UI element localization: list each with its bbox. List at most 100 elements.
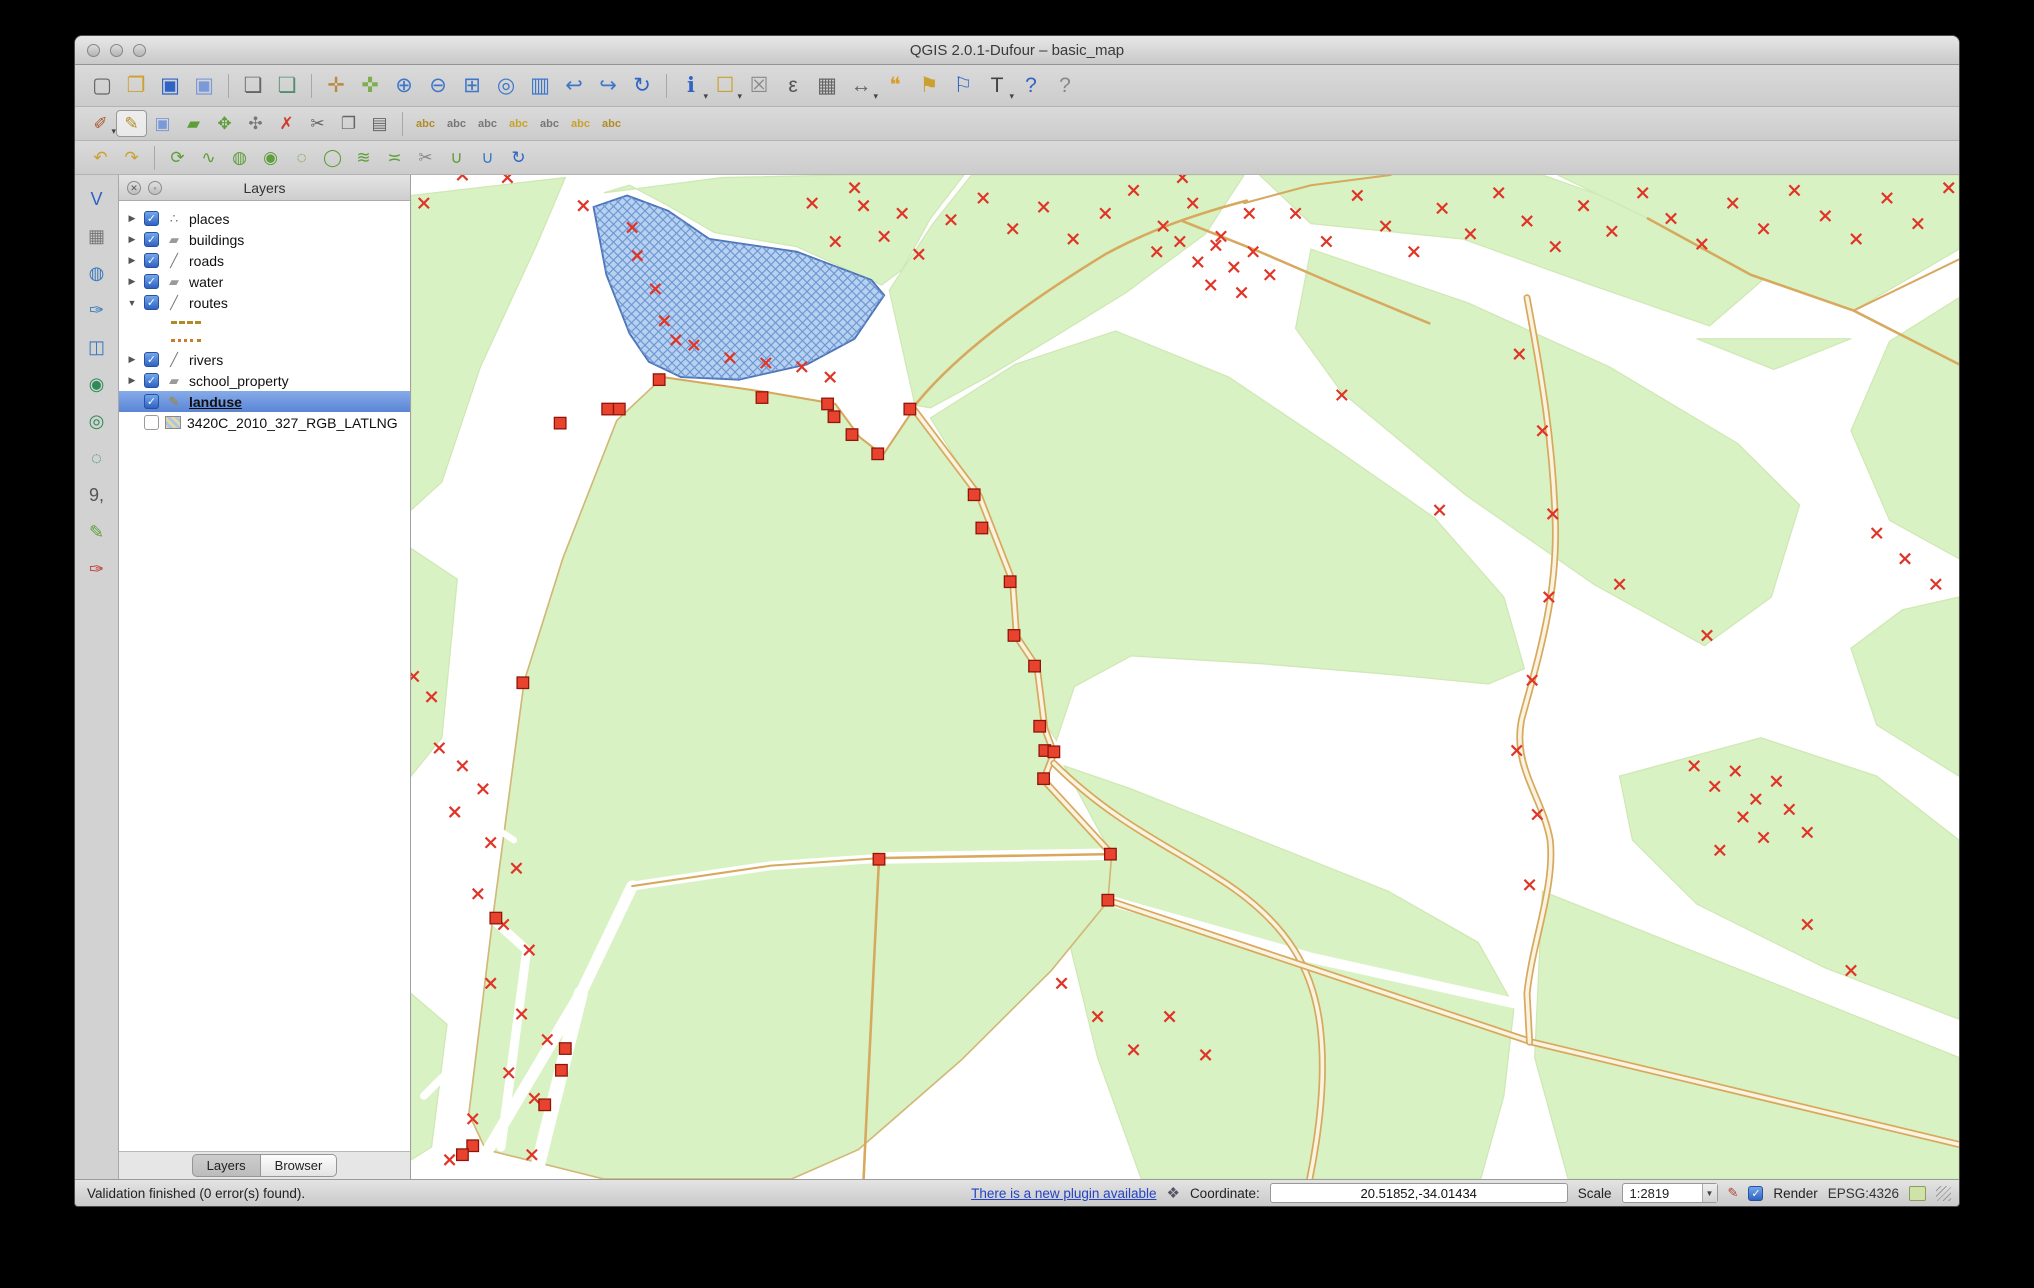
zoom-out-icon[interactable]: ⊖ <box>421 70 455 102</box>
save-project-icon[interactable]: ▣ <box>153 70 187 102</box>
paste-features-icon[interactable]: ▤ <box>364 110 395 137</box>
add-postgis-layer-icon[interactable]: ◍ <box>82 259 112 287</box>
move-feature-icon[interactable]: ✥ <box>209 110 240 137</box>
layer-name[interactable]: rivers <box>189 352 223 368</box>
deselect-features-icon[interactable]: ☒ <box>742 70 776 102</box>
new-print-composer-icon[interactable]: ❏ <box>236 70 270 102</box>
layer-name[interactable]: water <box>189 274 223 290</box>
tab-layers[interactable]: Layers <box>191 1154 261 1177</box>
delete-selected-icon[interactable]: ✗ <box>271 110 302 137</box>
add-vector-layer-icon[interactable]: V <box>82 185 112 213</box>
rotate-feature-icon[interactable]: ⟳ <box>162 144 193 171</box>
pin-unpin-labels-icon[interactable]: abc <box>503 110 534 137</box>
layer-name[interactable]: places <box>189 211 229 227</box>
minimize-button[interactable] <box>110 43 123 57</box>
open-project-icon[interactable]: ❐ <box>119 70 153 102</box>
new-spatialite-layer-icon[interactable]: ✑ <box>82 555 112 583</box>
save-layer-edits-icon[interactable]: ▣ <box>147 110 178 137</box>
layer-visibility-checkbox[interactable]: ✓ <box>144 211 159 226</box>
layer-item-3420C_2010_327_RGB_LATLNG[interactable]: 3420C_2010_327_RGB_LATLNG <box>119 412 410 433</box>
add-delimited-text-layer-icon[interactable]: 9, <box>82 481 112 509</box>
layer-visibility-checkbox[interactable]: ✓ <box>144 274 159 289</box>
copy-features-icon[interactable]: ❐ <box>333 110 364 137</box>
layer-name[interactable]: routes <box>189 295 228 311</box>
plugin-available-link[interactable]: There is a new plugin available <box>971 1186 1156 1201</box>
merge-features-icon[interactable]: ∪ <box>441 144 472 171</box>
zoom-to-layer-icon[interactable]: ▥ <box>523 70 557 102</box>
layer-visibility-checkbox[interactable]: ✓ <box>144 253 159 268</box>
show-bookmarks-icon[interactable]: ⚐ <box>946 70 980 102</box>
move-label-icon[interactable]: abc <box>441 110 472 137</box>
titlebar[interactable]: QGIS 2.0.1-Dufour – basic_map <box>75 36 1959 65</box>
layer-item-school_property[interactable]: ▶ ✓ ▰ school_property <box>119 370 410 391</box>
rotate-label-icon[interactable]: abc <box>472 110 503 137</box>
layer-name[interactable]: roads <box>189 253 224 269</box>
map-canvas[interactable] <box>411 175 1959 1179</box>
new-bookmark-icon[interactable]: ⚑ <box>912 70 946 102</box>
layer-labeling-options-icon[interactable]: abc <box>410 110 441 137</box>
merge-attributes-icon[interactable]: ∪ <box>472 144 503 171</box>
field-calculator-icon[interactable]: ε <box>776 70 810 102</box>
layer-visibility-checkbox[interactable]: ✓ <box>144 232 159 247</box>
composer-manager-icon[interactable]: ❏ <box>270 70 304 102</box>
text-annotation-icon[interactable]: T ▾ <box>980 70 1014 102</box>
zoom-full-icon[interactable]: ⊞ <box>455 70 489 102</box>
layer-item-water[interactable]: ▶ ✓ ▰ water <box>119 271 410 292</box>
help-contents-icon[interactable]: ? <box>1014 70 1048 102</box>
layer-item-routes[interactable]: ▼ ✓ ╱ routes <box>119 292 410 313</box>
offset-curve-icon[interactable]: ≍ <box>379 144 410 171</box>
expand-arrow-icon[interactable]: ▶ <box>126 255 138 266</box>
measure-icon[interactable]: ↔ ▾ <box>844 70 879 102</box>
pan-map-icon[interactable]: ✛ <box>319 70 353 102</box>
expand-arrow-icon[interactable]: ▶ <box>126 354 138 365</box>
zoom-in-icon[interactable]: ⊕ <box>387 70 421 102</box>
new-project-icon[interactable]: ▢ <box>85 70 119 102</box>
save-project-as-icon[interactable]: ▣ <box>187 70 221 102</box>
render-checkbox[interactable]: ✓ <box>1748 1185 1764 1201</box>
legend-symbol-row[interactable] <box>119 331 410 349</box>
layer-name[interactable]: 3420C_2010_327_RGB_LATLNG <box>187 415 398 431</box>
layer-visibility-checkbox[interactable] <box>144 415 159 430</box>
expand-arrow-icon[interactable]: ▶ <box>126 276 138 287</box>
plugin-icon[interactable]: ❖ <box>1166 1184 1179 1202</box>
refresh-map-icon[interactable]: ↻ <box>625 70 659 102</box>
whats-this-icon[interactable]: ? <box>1048 70 1082 102</box>
scale-edit-icon[interactable]: ✎ <box>1728 1185 1739 1201</box>
layer-name[interactable]: school_property <box>189 373 289 389</box>
attribute-table-icon[interactable]: ▦ <box>810 70 844 102</box>
close-button[interactable] <box>87 43 100 57</box>
add-feature-icon[interactable]: ▰ <box>178 110 209 137</box>
cut-features-icon[interactable]: ✂ <box>302 110 333 137</box>
layer-visibility-checkbox[interactable]: ✓ <box>144 295 159 310</box>
identify-features-icon[interactable]: ℹ ▾ <box>674 70 708 102</box>
layer-name[interactable]: landuse <box>189 394 242 410</box>
pan-to-selection-icon[interactable]: ✜ <box>353 70 387 102</box>
map-tips-icon[interactable]: ❝ <box>878 70 912 102</box>
layer-visibility-checkbox[interactable]: ✓ <box>144 352 159 367</box>
expand-arrow-icon[interactable]: ▶ <box>126 234 138 245</box>
highlight-pinned-labels-icon[interactable]: abc <box>565 110 596 137</box>
coordinate-input[interactable] <box>1269 1183 1568 1203</box>
layer-name[interactable]: buildings <box>189 232 244 248</box>
add-part-icon[interactable]: ◉ <box>255 144 286 171</box>
layer-item-buildings[interactable]: ▶ ✓ ▰ buildings <box>119 229 410 250</box>
delete-ring-icon[interactable]: ◌ <box>286 144 317 171</box>
layer-item-places[interactable]: ▶ ✓ ∴ places <box>119 208 410 229</box>
add-wfs-layer-icon[interactable]: ◌ <box>82 444 112 472</box>
resize-grip[interactable] <box>1936 1185 1951 1201</box>
layer-item-rivers[interactable]: ▶ ✓ ╱ rivers <box>119 349 410 370</box>
expand-arrow-icon[interactable]: ▶ <box>126 375 138 386</box>
layer-visibility-checkbox[interactable]: ✓ <box>144 373 159 388</box>
add-wcs-layer-icon[interactable]: ◎ <box>82 407 112 435</box>
delete-part-icon[interactable]: ◯ <box>317 144 348 171</box>
current-edits-icon[interactable]: ✐ ▾ <box>85 110 116 137</box>
new-shapefile-layer-icon[interactable]: ✎ <box>82 518 112 546</box>
scale-combo[interactable]: 1:2819 ▼ <box>1621 1183 1718 1203</box>
toggle-editing-icon[interactable]: ✎ <box>116 110 147 137</box>
layer-item-landuse[interactable]: ✓ ✎ landuse <box>119 391 410 412</box>
node-tool-icon[interactable]: ✣ <box>240 110 271 137</box>
crs-status-icon[interactable] <box>1909 1185 1926 1201</box>
legend-symbol-row[interactable] <box>119 313 410 331</box>
zoom-next-icon[interactable]: ↪ <box>591 70 625 102</box>
undo-icon[interactable]: ↶ <box>85 144 116 171</box>
